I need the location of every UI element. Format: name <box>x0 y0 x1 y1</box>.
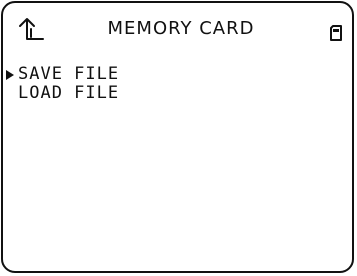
page-title: MEMORY CARD <box>107 18 255 39</box>
menu-item-label: SAVE FILE <box>18 64 120 84</box>
selection-cursor-icon <box>6 70 14 80</box>
memory-card-screen: MEMORY CARD SAVE FILE LOAD FILE <box>1 1 354 273</box>
menu-item-save-file[interactable]: SAVE FILE <box>6 65 306 84</box>
memory-card-icon <box>330 25 342 41</box>
return-arrow-icon[interactable] <box>17 13 45 43</box>
file-menu: SAVE FILE LOAD FILE <box>6 65 306 103</box>
menu-item-label: LOAD FILE <box>18 83 120 103</box>
menu-item-load-file[interactable]: LOAD FILE <box>6 84 306 103</box>
